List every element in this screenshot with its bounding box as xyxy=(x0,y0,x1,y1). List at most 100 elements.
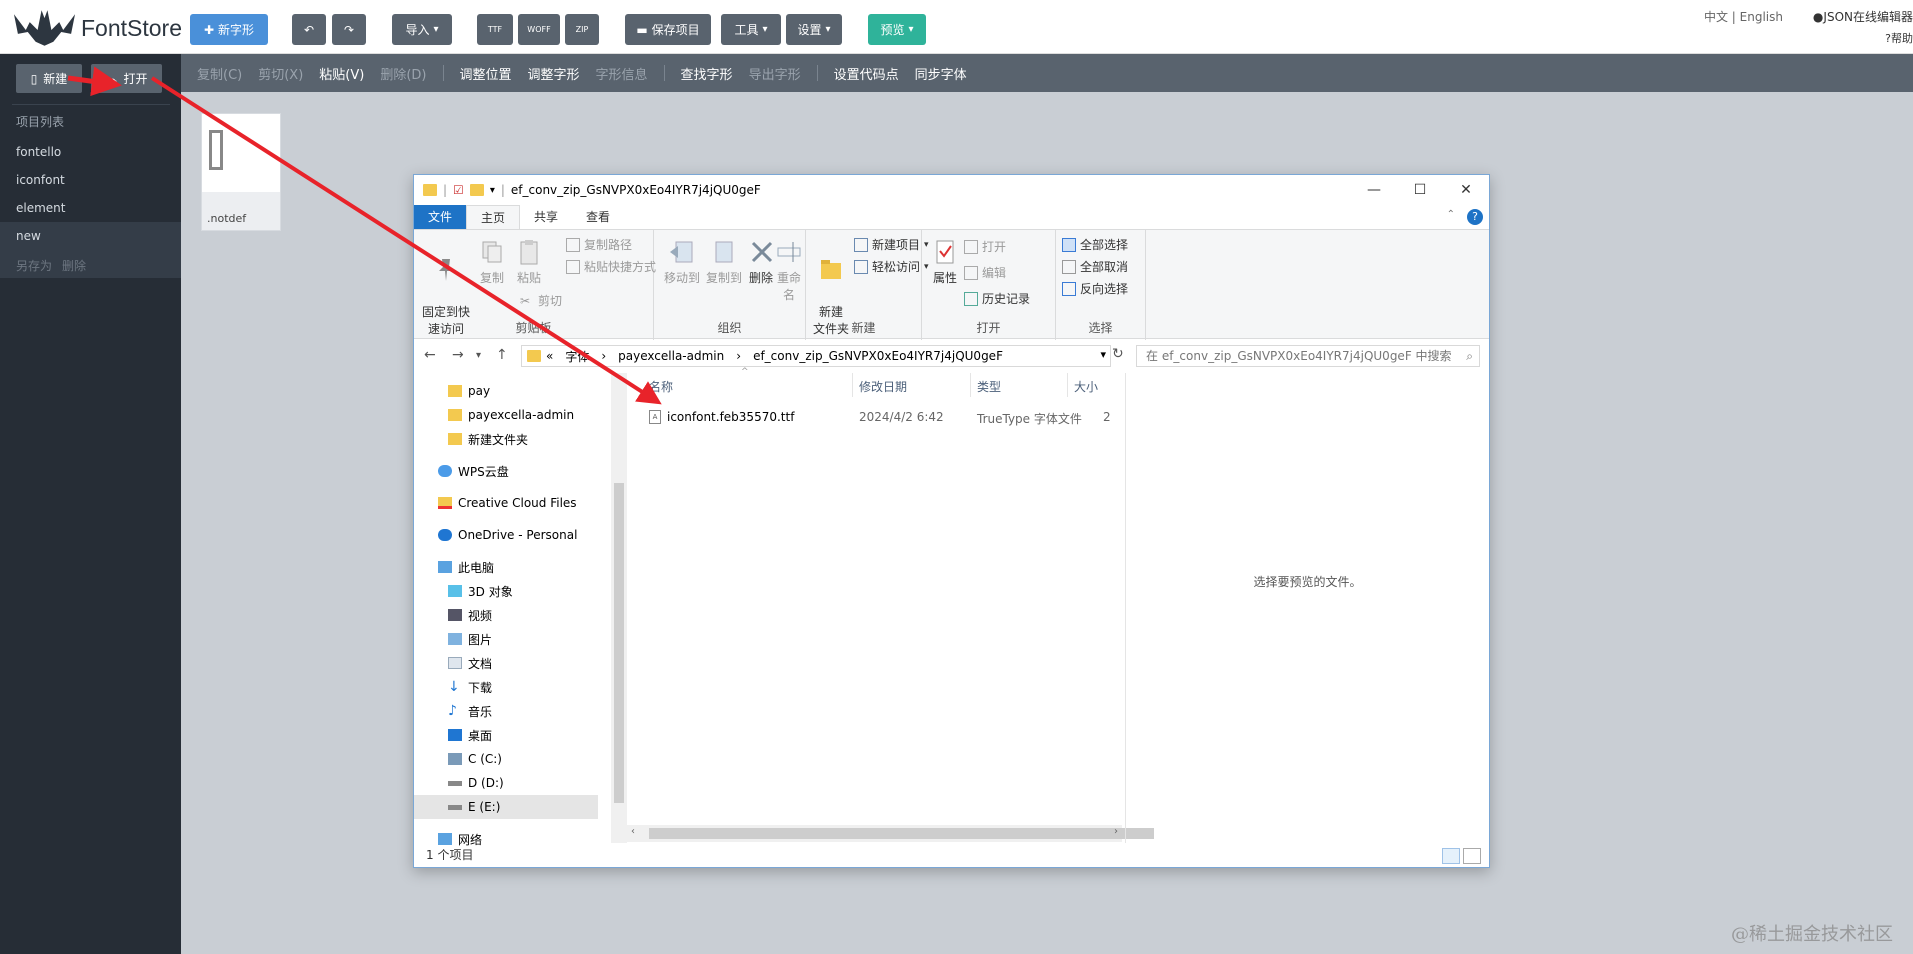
tree-item-documents[interactable]: 文档 xyxy=(414,651,598,675)
project-item-fontello[interactable]: fontello xyxy=(0,138,181,166)
copy-path-button[interactable]: 复制路径 xyxy=(566,236,632,253)
column-date[interactable]: 修改日期 xyxy=(859,378,907,395)
paste-button[interactable]: 粘贴 xyxy=(512,238,546,287)
delete-action[interactable]: 删除(D) xyxy=(380,64,426,83)
new-glyph-button[interactable]: ✚ 新字形 xyxy=(190,14,268,45)
column-type[interactable]: 类型 xyxy=(977,378,1001,395)
easy-access-dropdown[interactable]: 轻松访问 ▾ xyxy=(854,258,929,275)
history-button[interactable]: 历史记录 xyxy=(964,290,1030,307)
breadcrumb-payexcella-admin[interactable]: payexcella-admin xyxy=(618,349,724,363)
tree-item-music[interactable]: ♪ 音乐 xyxy=(414,699,598,723)
large-icons-view-icon[interactable] xyxy=(1463,848,1481,864)
language-switch[interactable]: 中文 | English xyxy=(1704,8,1783,25)
tab-home[interactable]: 主页 xyxy=(466,205,521,229)
refresh-icon[interactable]: ↻ xyxy=(1112,346,1124,362)
new-project-button[interactable]: ▯ 新建 xyxy=(16,64,82,93)
tree-item-drive-e[interactable]: E (E:) xyxy=(414,795,598,819)
address-bar[interactable]: « 字体 › payexcella-admin › ef_conv_zip_Gs… xyxy=(521,345,1111,367)
recent-chevron-icon[interactable]: ▾ xyxy=(476,350,481,361)
settings-dropdown[interactable]: 设置 ▾ xyxy=(786,14,842,45)
up-arrow-icon[interactable]: ↑ xyxy=(496,347,508,363)
properties-quick-icon[interactable]: ☑ xyxy=(453,183,464,197)
copy-action[interactable]: 复制(C) xyxy=(197,64,242,83)
chevron-down-icon[interactable]: ▾ xyxy=(490,185,495,196)
paste-action[interactable]: 粘贴(V) xyxy=(319,64,364,83)
redo-button[interactable]: ↷ xyxy=(332,14,366,45)
tree-item-wps-cloud[interactable]: WPS云盘 xyxy=(414,459,598,483)
tree-item-downloads[interactable]: ↓ 下载 xyxy=(414,675,598,699)
edit-button[interactable]: 编辑 xyxy=(964,264,1006,281)
tree-item-onedrive[interactable]: OneDrive - Personal xyxy=(414,523,598,547)
glyph-info-action[interactable]: 字形信息 xyxy=(596,64,648,83)
rename-button[interactable]: 重命名 xyxy=(774,238,804,304)
adjust-glyph-action[interactable]: 调整字形 xyxy=(528,64,580,83)
tree-item-creative-cloud[interactable]: Creative Cloud Files xyxy=(414,491,598,515)
tree-item-drive-c[interactable]: C (C:) xyxy=(414,747,598,771)
delete-project-link[interactable]: 删除 xyxy=(62,257,86,274)
collapse-ribbon-icon[interactable]: ⌃ xyxy=(1447,209,1455,220)
tree-item-payexcella-admin[interactable]: payexcella-admin xyxy=(414,403,598,427)
forward-arrow-icon[interactable]: → xyxy=(452,347,464,363)
close-button[interactable]: ✕ xyxy=(1443,175,1489,205)
glyph-card[interactable]: .notdef xyxy=(201,113,281,231)
export-zip-button[interactable]: ZIP xyxy=(565,14,599,45)
tree-item-desktop[interactable]: 桌面 xyxy=(414,723,598,747)
column-size[interactable]: 大小 xyxy=(1074,378,1098,395)
export-woff-button[interactable]: WOFF xyxy=(518,14,560,45)
tree-item-drive-d[interactable]: D (D:) xyxy=(414,771,598,795)
tree-item-pictures[interactable]: 图片 xyxy=(414,627,598,651)
set-codepoint-action[interactable]: 设置代码点 xyxy=(834,64,899,83)
copy-button[interactable]: 复制 xyxy=(476,238,508,287)
delete-button[interactable]: 删除 xyxy=(748,238,774,287)
file-row[interactable]: A iconfont.feb35570.ttf 2024/4/2 6:42 Tr… xyxy=(627,407,1122,429)
search-input[interactable]: 在 ef_conv_zip_GsNVPX0xEo4IYR7j4jQU0geF 中… xyxy=(1136,345,1480,367)
find-glyph-action[interactable]: 查找字形 xyxy=(681,64,733,83)
breadcrumb-overflow[interactable]: « xyxy=(546,349,553,363)
project-item-iconfont[interactable]: iconfont xyxy=(0,166,181,194)
export-glyph-action[interactable]: 导出字形 xyxy=(749,64,801,83)
help-icon[interactable]: ? xyxy=(1467,209,1483,225)
tree-item-this-pc[interactable]: 此电脑 xyxy=(414,555,598,579)
copy-to-button[interactable]: 复制到 xyxy=(704,238,744,287)
scroll-right-icon[interactable]: › xyxy=(1114,826,1118,837)
tools-dropdown[interactable]: 工具 ▾ xyxy=(721,14,781,45)
help-link[interactable]: ?帮助 xyxy=(1885,30,1913,46)
sync-font-action[interactable]: 同步字体 xyxy=(915,64,967,83)
address-dropdown-icon[interactable]: ▾ xyxy=(1100,348,1106,361)
properties-button[interactable]: 属性 xyxy=(928,238,962,287)
save-as-link[interactable]: 另存为 xyxy=(16,257,52,274)
back-arrow-icon[interactable]: ← xyxy=(424,347,436,363)
breadcrumb-fonts[interactable]: 字体 xyxy=(565,348,589,365)
scrollbar-thumb[interactable] xyxy=(614,483,624,803)
project-item-element[interactable]: element xyxy=(0,194,181,222)
invert-selection-button[interactable]: 反向选择 xyxy=(1062,280,1128,297)
minimize-button[interactable]: — xyxy=(1351,175,1397,205)
horizontal-scrollbar[interactable]: ‹ › xyxy=(627,825,1154,842)
adjust-position-action[interactable]: 调整位置 xyxy=(460,64,512,83)
details-view-icon[interactable] xyxy=(1442,848,1460,864)
cut-action[interactable]: 剪切(X) xyxy=(258,64,303,83)
export-ttf-button[interactable]: TTF xyxy=(477,14,513,45)
tab-file[interactable]: 文件 xyxy=(414,205,467,229)
breadcrumb-current[interactable]: ef_conv_zip_GsNVPX0xEo4IYR7j4jQU0geF xyxy=(753,349,1003,363)
import-dropdown[interactable]: 导入 ▾ xyxy=(392,14,452,45)
new-item-dropdown[interactable]: 新建项目 ▾ xyxy=(854,236,929,253)
tab-share[interactable]: 共享 xyxy=(520,205,572,229)
tree-item-pay[interactable]: pay xyxy=(414,379,598,403)
save-project-button[interactable]: ▬ 保存项目 xyxy=(625,14,711,45)
scroll-left-icon[interactable]: ‹ xyxy=(631,826,635,837)
open-button[interactable]: 打开 xyxy=(964,238,1006,255)
tree-item-new-folder[interactable]: 新建文件夹 xyxy=(414,427,598,451)
select-all-button[interactable]: 全部选择 xyxy=(1062,236,1128,253)
tab-view[interactable]: 查看 xyxy=(572,205,624,229)
scrollbar-thumb[interactable] xyxy=(649,828,1154,839)
paste-shortcut-button[interactable]: 粘贴快捷方式 xyxy=(566,258,656,275)
folder-icon[interactable] xyxy=(469,184,484,196)
tree-item-videos[interactable]: 视频 xyxy=(414,603,598,627)
column-name[interactable]: 名称 xyxy=(649,378,673,395)
preview-dropdown[interactable]: 预览 ▾ xyxy=(868,14,926,45)
json-editor-link[interactable]: ●JSON在线编辑器 xyxy=(1813,8,1913,25)
cut-button[interactable]: ✂ 剪切 xyxy=(520,292,562,309)
tree-item-3d-objects[interactable]: 3D 对象 xyxy=(414,579,598,603)
maximize-button[interactable]: ☐ xyxy=(1397,175,1443,205)
